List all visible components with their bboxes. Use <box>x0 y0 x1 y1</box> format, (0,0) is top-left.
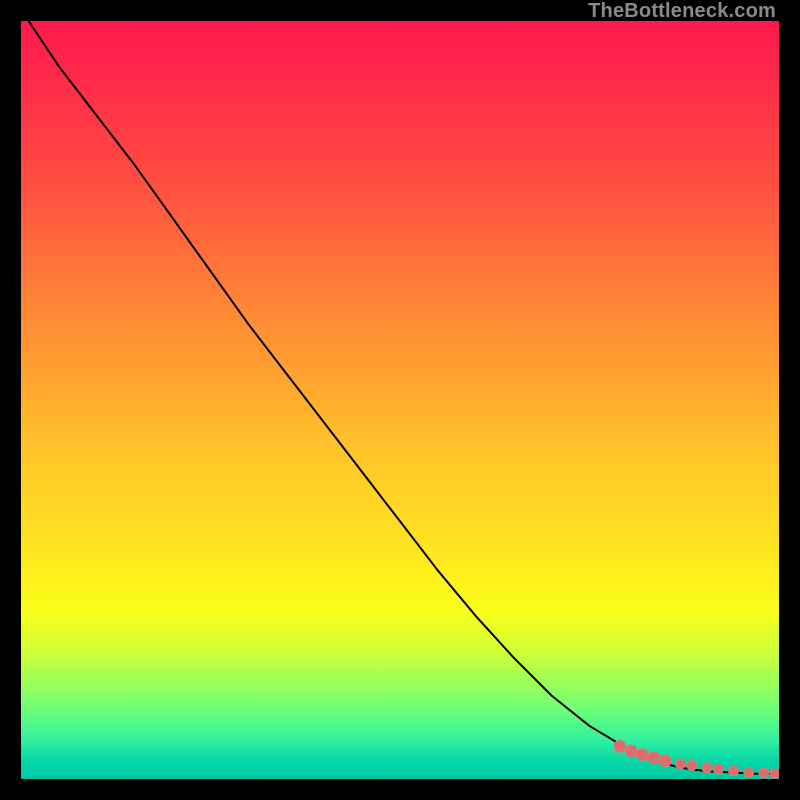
data-point <box>648 752 660 764</box>
data-point <box>659 755 671 767</box>
data-point <box>729 766 739 776</box>
data-point <box>713 764 723 774</box>
data-point <box>625 745 637 757</box>
data-point <box>637 749 649 761</box>
curve-plot <box>21 21 779 779</box>
data-point <box>675 759 685 769</box>
data-point <box>744 767 754 777</box>
data-point <box>687 760 697 770</box>
data-point <box>614 740 626 752</box>
attribution-text: TheBottleneck.com <box>588 0 776 23</box>
data-point <box>770 769 779 779</box>
bottleneck-curve <box>29 21 779 774</box>
data-point <box>702 763 712 773</box>
data-point <box>759 768 769 778</box>
chart-frame <box>21 21 779 779</box>
